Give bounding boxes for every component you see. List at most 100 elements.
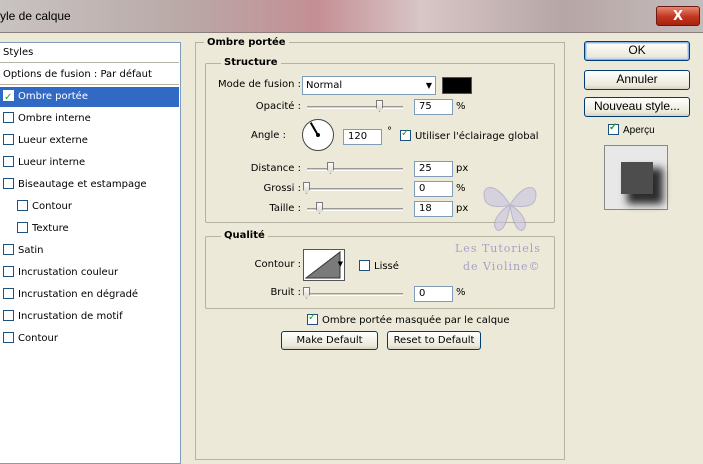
opacity-input[interactable]: 75: [414, 99, 453, 115]
butterfly-watermark-icon: [483, 187, 537, 231]
style-item[interactable]: Ombre portée: [0, 87, 179, 108]
cancel-button[interactable]: Annuler: [584, 70, 690, 90]
distance-input[interactable]: 25: [414, 161, 453, 177]
styles-header[interactable]: Styles: [0, 43, 179, 63]
global-light-checkbox[interactable]: Utiliser l'éclairage global: [400, 128, 539, 142]
noise-slider-track: [307, 293, 403, 296]
window-title: yle de calque: [0, 9, 71, 23]
style-item-checkbox-icon[interactable]: [3, 178, 14, 189]
preview-square: [621, 162, 653, 194]
watermark-text: Les Tutoriels de Violine©: [455, 187, 565, 276]
opacity-slider-track: [307, 106, 403, 109]
preview-check-icon: [608, 122, 619, 135]
structure-title: Structure: [221, 57, 281, 69]
spread-unit: %: [456, 183, 466, 194]
distance-unit: px: [456, 163, 469, 174]
style-item[interactable]: Incrustation couleur: [0, 263, 179, 283]
watermark-line-1: Les Tutoriels: [455, 242, 541, 255]
dropdown-arrow-icon: ▼: [425, 81, 432, 90]
ok-button[interactable]: OK: [584, 41, 690, 61]
antialias-label: Lissé: [374, 261, 399, 272]
style-item[interactable]: Texture: [0, 219, 179, 239]
knockout-check-icon: [307, 312, 318, 325]
size-slider-thumb[interactable]: [316, 202, 323, 214]
style-item-label: Contour: [32, 201, 72, 212]
style-item-checkbox-icon[interactable]: [3, 332, 14, 343]
knockout-checkbox[interactable]: Ombre portée masquée par le calque: [307, 312, 510, 326]
shadow-color-swatch[interactable]: [442, 77, 472, 94]
contour-curve-picker[interactable]: ▼: [303, 249, 345, 281]
style-item[interactable]: Satin: [0, 241, 179, 261]
global-light-label: Utiliser l'éclairage global: [415, 131, 539, 142]
distance-label: Distance :: [250, 163, 301, 174]
close-button[interactable]: X: [656, 6, 700, 26]
spread-slider-thumb[interactable]: [303, 182, 310, 194]
title-bar: yle de calque X: [0, 0, 703, 33]
preview-label: Aperçu: [623, 125, 655, 136]
preview-checkbox[interactable]: Aperçu: [608, 122, 655, 136]
style-item-checkbox-icon[interactable]: [3, 266, 14, 277]
style-item-checkbox-icon[interactable]: [3, 244, 14, 255]
blend-mode-value: Normal: [306, 80, 343, 91]
size-unit: px: [456, 203, 469, 214]
style-item-label: Incrustation de motif: [18, 311, 123, 322]
reset-default-button[interactable]: Reset to Default: [387, 331, 481, 350]
style-item-checkbox-icon[interactable]: [3, 112, 14, 123]
distance-slider-track: [307, 168, 403, 171]
style-item[interactable]: Lueur externe: [0, 131, 179, 151]
style-item-checkbox-icon[interactable]: [3, 156, 14, 167]
style-item[interactable]: Biseautage et estampage: [0, 175, 179, 195]
blending-options-label: Options de fusion : Par défaut: [3, 69, 152, 80]
noise-label: Bruit :: [270, 287, 301, 298]
opacity-slider-thumb[interactable]: [376, 100, 383, 112]
noise-slider-thumb[interactable]: [303, 287, 310, 299]
noise-unit: %: [456, 287, 466, 298]
style-item-label: Ombre interne: [18, 113, 91, 124]
style-item[interactable]: Lueur interne: [0, 153, 179, 173]
angle-dial[interactable]: [302, 119, 334, 151]
knockout-label: Ombre portée masquée par le calque: [322, 315, 510, 326]
style-item[interactable]: Ombre interne: [0, 109, 179, 129]
antialias-checkbox[interactable]: Lissé: [359, 260, 399, 272]
distance-slider-thumb[interactable]: [327, 162, 334, 174]
styles-header-label: Styles: [3, 47, 34, 58]
new-style-button[interactable]: Nouveau style...: [584, 97, 690, 117]
watermark-line-2: de Violine©: [463, 260, 541, 273]
dialog-body: Styles Options de fusion : Par défaut Om…: [0, 34, 703, 464]
blending-options-item[interactable]: Options de fusion : Par défaut: [0, 65, 179, 85]
style-item-label: Lueur externe: [18, 135, 88, 146]
style-item[interactable]: Contour: [0, 197, 179, 217]
styles-list: Styles Options de fusion : Par défaut Om…: [0, 42, 181, 464]
style-item-label: Biseautage et estampage: [18, 179, 147, 190]
style-item-checkbox-icon[interactable]: [3, 134, 14, 145]
spread-input[interactable]: 0: [414, 181, 453, 197]
angle-unit: °: [387, 126, 392, 137]
angle-label: Angle :: [250, 130, 286, 141]
style-item[interactable]: Incrustation de motif: [0, 307, 179, 327]
blend-mode-select[interactable]: Normal ▼: [302, 76, 436, 95]
style-item[interactable]: Contour: [0, 329, 179, 349]
style-item-label: Contour: [18, 333, 58, 344]
global-light-check-icon: [400, 128, 411, 141]
style-item-label: Texture: [32, 223, 69, 234]
style-item-checkbox-icon[interactable]: [17, 222, 28, 233]
size-input[interactable]: 18: [414, 201, 453, 217]
opacity-label: Opacité :: [255, 101, 301, 112]
quality-title: Qualité: [221, 230, 268, 242]
angle-dial-center: [316, 133, 320, 137]
style-item-checkbox-icon[interactable]: [3, 288, 14, 299]
style-item-label: Incrustation couleur: [18, 267, 119, 278]
angle-input[interactable]: 120: [343, 129, 382, 145]
style-item-checkbox-icon[interactable]: [3, 88, 14, 108]
make-default-button[interactable]: Make Default: [281, 331, 378, 350]
spread-label: Grossi :: [263, 183, 301, 194]
style-item-checkbox-icon[interactable]: [17, 200, 28, 211]
style-item-checkbox-icon[interactable]: [3, 310, 14, 321]
blend-mode-label: Mode de fusion :: [218, 79, 301, 90]
style-item-label: Ombre portée: [18, 91, 88, 102]
style-item-label: Incrustation en dégradé: [18, 289, 139, 300]
antialias-check-icon: [359, 260, 370, 271]
close-icon: X: [672, 8, 684, 24]
noise-input[interactable]: 0: [414, 286, 453, 302]
style-item[interactable]: Incrustation en dégradé: [0, 285, 179, 305]
